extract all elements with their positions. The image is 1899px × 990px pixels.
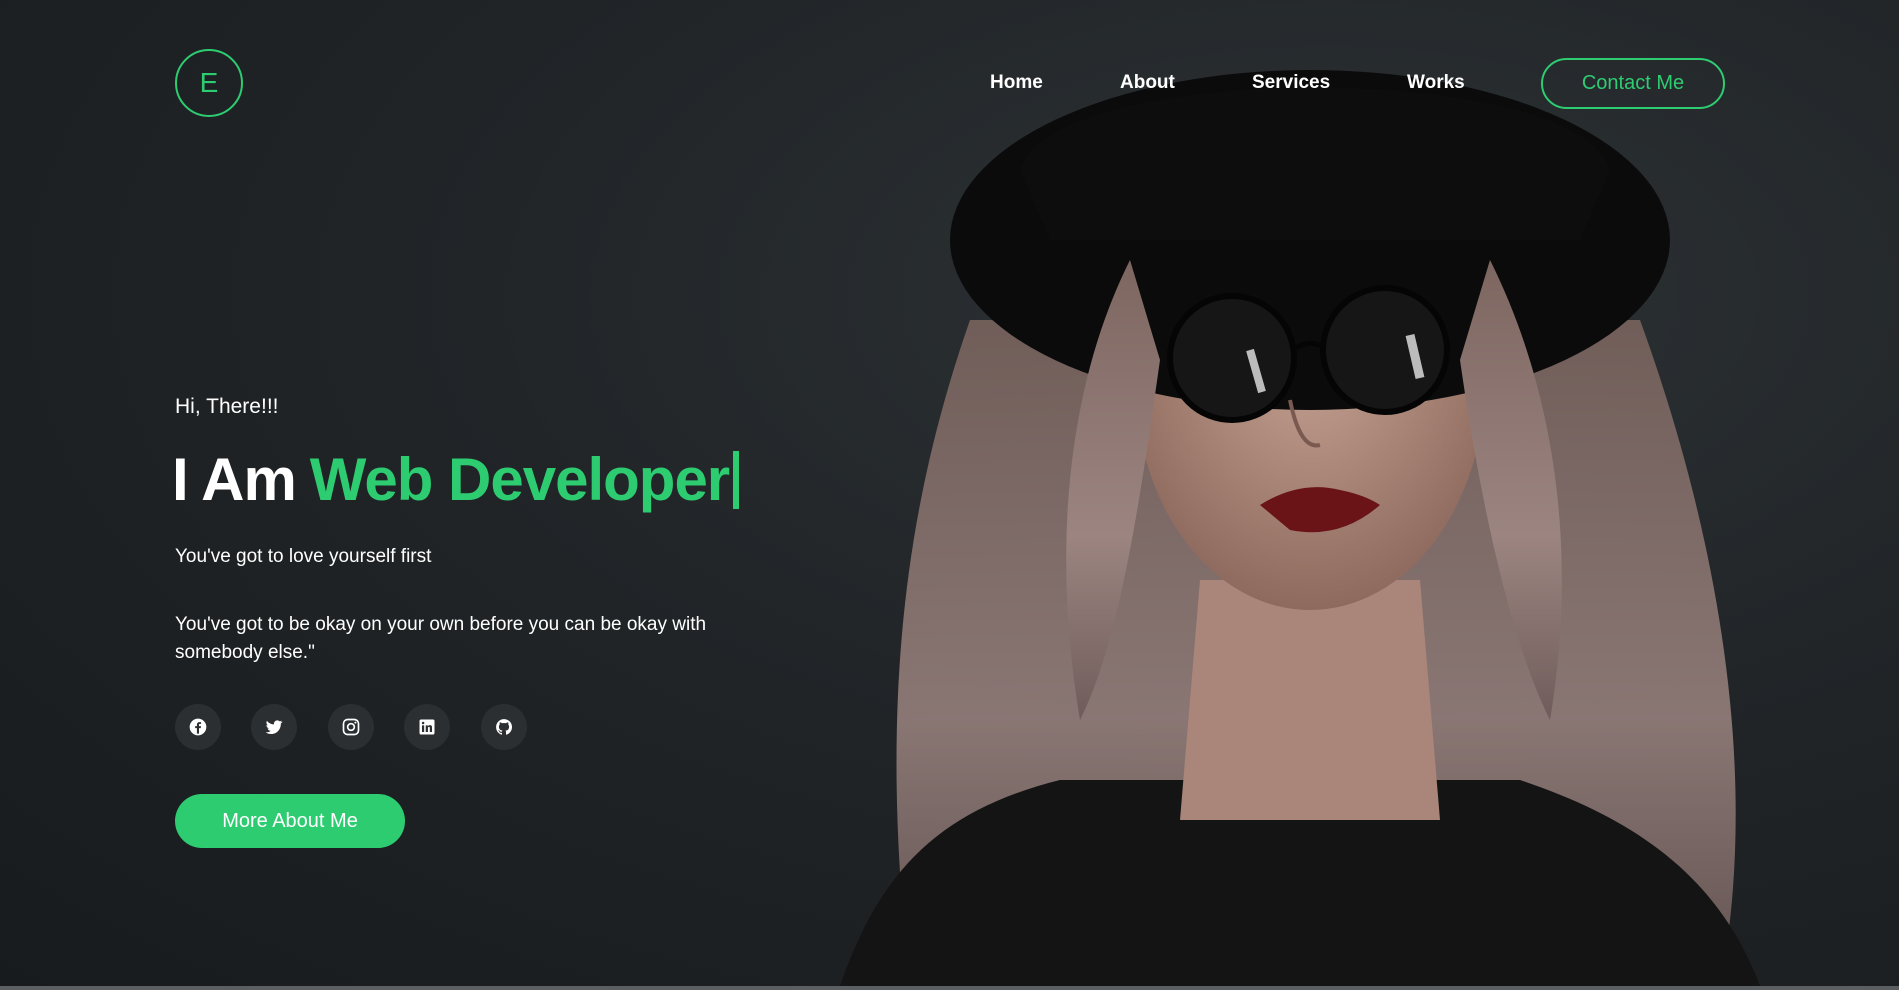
page-bottom-divider: [0, 986, 1899, 990]
greeting-text: Hi, There!!!: [175, 395, 279, 418]
twitter-icon: [265, 720, 283, 734]
hero-headline: I Am Web Developer: [172, 445, 740, 514]
contact-me-button[interactable]: Contact Me: [1541, 58, 1725, 109]
quote-line-2: You've got to be okay on your own before…: [175, 614, 707, 663]
linkedin-link[interactable]: [404, 704, 450, 750]
linkedin-icon: [419, 719, 435, 735]
nav-services-link[interactable]: Services: [1252, 72, 1330, 94]
headline-prefix: I Am: [172, 446, 297, 513]
facebook-icon: [189, 718, 207, 736]
hero-portrait-image: [840, 70, 1760, 986]
headline-role: Web Developer: [309, 446, 730, 513]
nav-about-link[interactable]: About: [1120, 72, 1175, 94]
nav-home-link[interactable]: Home: [990, 72, 1043, 94]
site-logo[interactable]: E: [175, 49, 243, 117]
facebook-link[interactable]: [175, 704, 221, 750]
instagram-link[interactable]: [328, 704, 374, 750]
typing-cursor: [733, 450, 740, 509]
quote-line-1: You've got to love yourself first: [175, 546, 432, 567]
twitter-link[interactable]: [251, 704, 297, 750]
instagram-icon: [342, 718, 360, 736]
more-about-me-button[interactable]: More About Me: [175, 794, 405, 848]
hero-section: E Home About Services Works Contact Me H…: [0, 0, 1899, 986]
social-links: [175, 704, 575, 750]
github-icon: [496, 719, 512, 735]
logo-letter: E: [199, 67, 219, 98]
github-link[interactable]: [481, 704, 527, 750]
nav-works-link[interactable]: Works: [1407, 72, 1465, 94]
